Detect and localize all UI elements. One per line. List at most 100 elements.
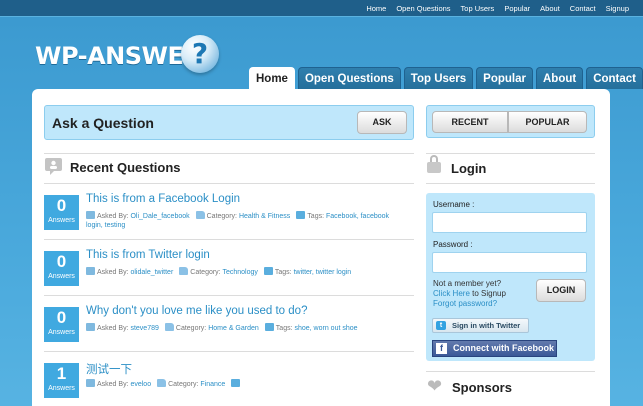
- question-author[interactable]: eveloo: [130, 381, 151, 388]
- topnav-contact[interactable]: Contact: [570, 4, 596, 13]
- question-item: 0 Answers Why don't you love me like you…: [44, 305, 414, 347]
- question-item: 0 Answers This is from a Facebook Login …: [44, 193, 414, 235]
- topnav-open-questions[interactable]: Open Questions: [396, 4, 450, 13]
- answer-count-label: Answers: [48, 385, 75, 392]
- twitter-signin-button[interactable]: t Sign in with Twitter: [432, 318, 529, 333]
- divider: [44, 183, 414, 184]
- to-signup-text: to Signup: [469, 289, 506, 298]
- question-meta: Asked By: eveloo Category: Finance: [86, 379, 406, 389]
- question-title[interactable]: This is from a Facebook Login: [86, 193, 240, 205]
- divider: [44, 351, 414, 352]
- password-field[interactable]: [432, 252, 587, 273]
- facebook-connect-label: Connect with Facebook: [453, 343, 555, 353]
- recent-questions-heading: Recent Questions: [70, 160, 181, 175]
- divider: [44, 239, 414, 240]
- asked-by-label: Asked By:: [97, 213, 129, 220]
- question-category[interactable]: Finance: [200, 381, 225, 388]
- question-author[interactable]: olidale_twitter: [130, 269, 173, 276]
- answer-count-label: Answers: [48, 329, 75, 336]
- topnav-about[interactable]: About: [540, 4, 560, 13]
- topnav-signup[interactable]: Signup: [606, 4, 629, 13]
- folder-icon: [157, 379, 167, 387]
- facebook-icon: f: [436, 343, 447, 354]
- main-nav: Home Open Questions Top Users Popular Ab…: [249, 67, 643, 90]
- sidebar-tabs-box: RECENT POPULAR: [426, 105, 595, 138]
- ask-question-box: Ask a Question ASK: [44, 105, 414, 140]
- user-icon: [86, 323, 95, 331]
- top-bar: Home Open Questions Top Users Popular Ab…: [0, 0, 643, 17]
- answer-count-label: Answers: [48, 217, 75, 224]
- signup-prompt: Not a member yet? Click Here to Signup F…: [433, 279, 506, 309]
- tab-home[interactable]: Home: [249, 67, 295, 90]
- question-author[interactable]: Oli_Dale_facebook: [130, 213, 189, 220]
- topnav-popular[interactable]: Popular: [504, 4, 530, 13]
- login-heading: Login: [451, 161, 487, 176]
- answer-count: 0: [56, 308, 67, 327]
- category-label: Category:: [168, 381, 199, 388]
- username-label: Username :: [433, 200, 475, 209]
- question-tags[interactable]: twitter, twitter login: [294, 269, 352, 276]
- topnav-top-users[interactable]: Top Users: [461, 4, 495, 13]
- tag-icon: [264, 323, 274, 331]
- question-meta: Asked By: olidale_twitter Category: Techn…: [86, 267, 406, 277]
- divider: [426, 371, 595, 372]
- click-here-link[interactable]: Click Here: [433, 289, 470, 298]
- question-category[interactable]: Home & Garden: [208, 325, 259, 332]
- asked-by-label: Asked By:: [97, 269, 129, 276]
- divider: [426, 183, 595, 184]
- sponsors-heading: Sponsors: [452, 380, 512, 395]
- question-item: 1 Answers 测试一下 Asked By: eveloo Category:…: [44, 363, 414, 403]
- recent-tab-button[interactable]: RECENT: [432, 111, 508, 133]
- question-tags[interactable]: shoe, worn out shoe: [294, 325, 357, 332]
- user-icon: [86, 267, 95, 275]
- login-button[interactable]: LOGIN: [536, 279, 586, 302]
- tab-contact[interactable]: Contact: [586, 67, 643, 89]
- folder-icon: [164, 323, 174, 331]
- tags-label: Tags:: [307, 213, 325, 220]
- answer-count-badge: 0 Answers: [44, 195, 79, 230]
- login-box: Username : Password : Not a member yet? …: [426, 193, 595, 361]
- tag-icon: [296, 211, 306, 219]
- divider: [44, 153, 414, 154]
- answer-count-badge: 0 Answers: [44, 251, 79, 286]
- twitter-signin-label: Sign in with Twitter: [452, 321, 521, 330]
- question-category[interactable]: Technology: [222, 269, 257, 276]
- tab-about[interactable]: About: [535, 67, 584, 89]
- tab-popular[interactable]: Popular: [476, 67, 533, 89]
- tab-top-users[interactable]: Top Users: [403, 67, 474, 89]
- tag-icon: [231, 379, 241, 387]
- facebook-connect-button[interactable]: f Connect with Facebook: [432, 340, 557, 357]
- question-title[interactable]: Why don't you love me like you used to d…: [86, 305, 307, 317]
- ask-button[interactable]: ASK: [357, 111, 407, 134]
- question-meta: Asked By: Oli_Dale_facebook Category: Hea…: [86, 211, 406, 230]
- tags-label: Tags:: [274, 269, 292, 276]
- top-nav: Home Open Questions Top Users Popular Ab…: [366, 0, 629, 17]
- not-member-text: Not a member yet?: [433, 279, 502, 288]
- heart-icon: ❤: [427, 376, 443, 396]
- user-icon: [86, 379, 95, 387]
- question-category[interactable]: Health & Fitness: [239, 213, 290, 220]
- divider: [426, 153, 595, 154]
- topnav-home[interactable]: Home: [366, 4, 386, 13]
- question-title[interactable]: This is from Twitter login: [86, 249, 210, 261]
- divider: [44, 295, 414, 296]
- tags-label: Tags:: [275, 325, 293, 332]
- answer-count: 0: [56, 252, 67, 271]
- forgot-password-link[interactable]: Forgot password?: [433, 299, 506, 309]
- answer-count: 0: [56, 196, 67, 215]
- category-label: Category:: [190, 269, 221, 276]
- question-author[interactable]: steve789: [130, 325, 158, 332]
- tab-open-questions[interactable]: Open Questions: [297, 67, 401, 89]
- username-field[interactable]: [432, 212, 587, 233]
- password-label: Password :: [433, 240, 473, 249]
- category-label: Category:: [175, 325, 207, 332]
- twitter-icon: t: [436, 321, 446, 330]
- ask-question-title: Ask a Question: [52, 115, 154, 131]
- popular-tab-button[interactable]: POPULAR: [508, 111, 587, 133]
- question-item: 0 Answers This is from Twitter login Ask…: [44, 249, 414, 291]
- question-meta: Asked By: steve789 Category: Home & Garde…: [86, 323, 406, 333]
- question-title[interactable]: 测试一下: [86, 361, 132, 377]
- answer-count: 1: [56, 364, 67, 383]
- answer-count-label: Answers: [48, 273, 75, 280]
- asked-by-label: Asked By:: [97, 381, 129, 388]
